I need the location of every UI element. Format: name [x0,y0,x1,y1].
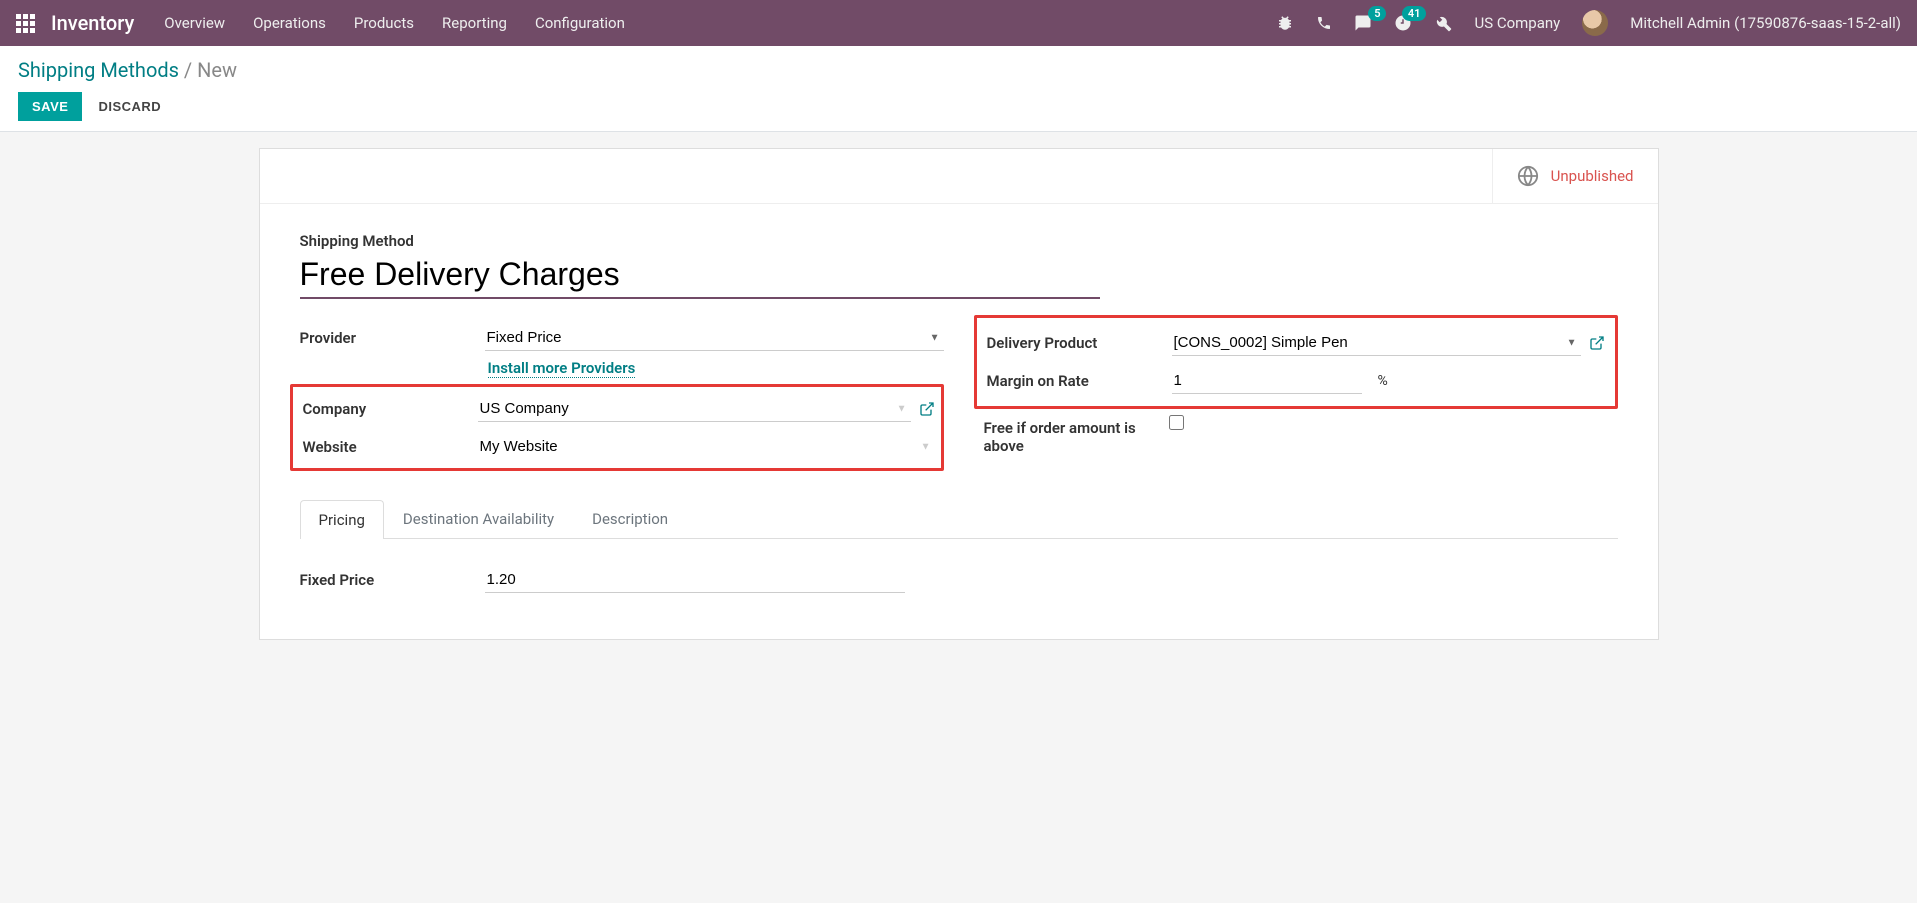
nav-menu: Overview Operations Products Reporting C… [164,14,1276,32]
website-select[interactable] [478,434,935,459]
row-fixed-price: Fixed Price [300,561,1618,599]
external-link-icon[interactable] [1589,335,1605,351]
topbar-right: 5 41 US Company Mitchell Admin (17590876… [1276,10,1901,36]
provider-select[interactable] [485,325,944,351]
bug-icon[interactable] [1276,14,1294,32]
messages-badge: 5 [1368,6,1386,21]
delivery-product-label: Delivery Product [987,330,1172,352]
username[interactable]: Mitchell Admin (17590876-saas-15-2-all) [1630,14,1901,32]
avatar[interactable] [1582,10,1608,36]
tab-content-pricing: Fixed Price [300,539,1618,599]
external-link-icon[interactable] [919,401,935,417]
delivery-product-select[interactable] [1172,330,1581,356]
provider-label: Provider [300,325,485,347]
left-column: Provider ▼ Install more Providers Compan… [300,319,944,471]
fixed-price-label: Fixed Price [300,567,485,589]
margin-unit: % [1378,373,1388,389]
nav-reporting[interactable]: Reporting [442,14,507,32]
nav-configuration[interactable]: Configuration [535,14,625,32]
cp-buttons: SAVE DISCARD [18,92,1899,121]
company-selector[interactable]: US Company [1474,14,1560,32]
apps-icon[interactable] [16,14,35,33]
sheet-body: Shipping Method Provider ▼ Install [260,204,1658,639]
company-label: Company [293,396,478,418]
row-website: Website ▼ [293,428,935,465]
row-provider: Provider ▼ [300,319,944,357]
margin-input[interactable] [1172,368,1362,394]
sheet-wrap: Unpublished Shipping Method Provider ▼ [0,132,1917,680]
tab-description[interactable]: Description [573,499,687,538]
breadcrumb-sep: / [184,58,197,82]
highlight-company-website: Company ▼ [290,384,944,471]
sheet-header: Unpublished [260,149,1658,204]
messages-icon[interactable]: 5 [1354,14,1372,32]
title-label: Shipping Method [300,232,1618,250]
form-grid: Provider ▼ Install more Providers Compan… [300,319,1618,471]
fixed-price-input[interactable] [485,567,905,593]
company-select[interactable] [478,396,911,422]
form-sheet: Unpublished Shipping Method Provider ▼ [259,148,1659,640]
publish-toggle[interactable]: Unpublished [1492,149,1658,203]
save-button[interactable]: SAVE [18,92,82,121]
row-margin: Margin on Rate % [977,362,1605,400]
margin-label: Margin on Rate [987,368,1172,390]
tabs: Pricing Destination Availability Descrip… [300,499,1618,539]
free-if-label: Free if order amount is above [984,415,1169,455]
shipping-method-name-input[interactable] [300,254,1100,299]
row-delivery-product: Delivery Product ▼ [977,324,1605,362]
breadcrumb-current: New [197,58,237,82]
breadcrumb: Shipping Methods / New [18,58,1899,82]
highlight-delivery-margin: Delivery Product ▼ [974,315,1618,409]
topbar: Inventory Overview Operations Products R… [0,0,1917,46]
install-providers-link[interactable]: Install more Providers [488,359,636,378]
tab-pricing[interactable]: Pricing [300,500,384,539]
free-if-checkbox[interactable] [1169,415,1184,430]
tools-icon[interactable] [1434,14,1452,32]
globe-icon [1517,165,1539,187]
publish-status: Unpublished [1551,167,1634,185]
tab-destination[interactable]: Destination Availability [384,499,573,538]
breadcrumb-parent[interactable]: Shipping Methods [18,58,179,82]
nav-products[interactable]: Products [354,14,414,32]
activities-icon[interactable]: 41 [1394,14,1412,32]
nav-overview[interactable]: Overview [164,14,225,32]
app-title[interactable]: Inventory [51,11,134,35]
phone-icon[interactable] [1316,15,1332,31]
activities-badge: 41 [1402,6,1427,21]
control-panel: Shipping Methods / New SAVE DISCARD [0,46,1917,132]
row-company: Company ▼ [293,390,935,428]
nav-operations[interactable]: Operations [253,14,326,32]
discard-button[interactable]: DISCARD [98,99,161,114]
row-free-if: Free if order amount is above [974,409,1618,461]
website-label: Website [293,434,478,456]
right-column: Delivery Product ▼ [974,319,1618,471]
